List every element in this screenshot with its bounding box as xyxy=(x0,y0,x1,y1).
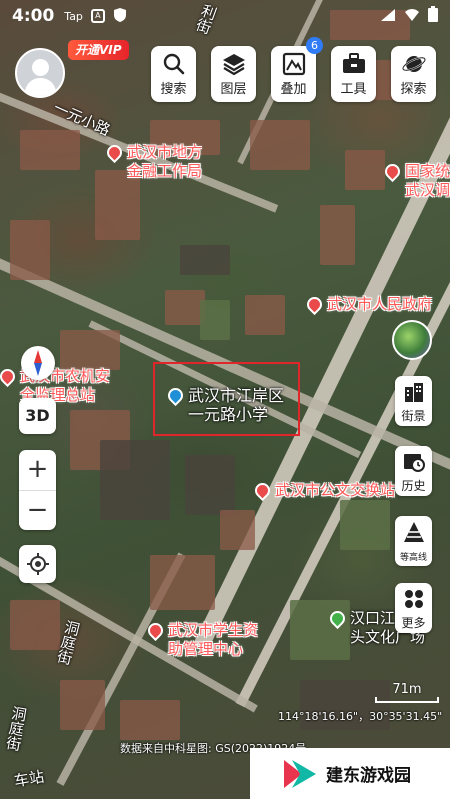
overlay-count-badge: 6 xyxy=(306,37,323,54)
contour-label: 等高线 xyxy=(399,553,427,563)
poi-pin-icon xyxy=(381,160,404,183)
poi-pin-icon xyxy=(144,619,167,642)
search-label: 搜索 xyxy=(160,82,187,97)
overlay-icon xyxy=(281,52,307,76)
explore-button[interactable]: 探索 xyxy=(391,46,436,102)
poi-government[interactable]: 武汉市人民政府 xyxy=(303,293,433,316)
more-button[interactable]: 更多 xyxy=(395,583,432,633)
vip-button[interactable]: 开通VIP xyxy=(68,40,129,60)
signal-icon xyxy=(380,7,396,26)
site-watermark: 建东游戏园 xyxy=(250,748,450,799)
poi-agri-safety[interactable]: 武汉市农机安 全监理总站 xyxy=(0,365,110,405)
poi-label: 武汉市地方 金融工作局 xyxy=(127,143,203,180)
street-view-button[interactable]: 街景 xyxy=(395,376,432,426)
scale-value: 71m xyxy=(392,682,422,697)
tools-label: 工具 xyxy=(340,82,367,97)
poi-statistics-bureau[interactable]: 国家统 武汉调 xyxy=(381,160,450,200)
search-icon xyxy=(161,52,187,76)
app-indicator-icon: A xyxy=(90,9,105,23)
tools-button[interactable]: 工具 xyxy=(331,46,376,102)
poi-finance-bureau[interactable]: 武汉市地方 金融工作局 xyxy=(103,141,203,181)
poi-pin-icon xyxy=(303,293,326,316)
zoom-control: + − xyxy=(19,450,56,530)
poi-label: 国家统 武汉调 xyxy=(405,162,450,199)
explore-label: 探索 xyxy=(400,82,427,97)
poi-pin-icon xyxy=(251,479,274,502)
poi-label: 武汉市学生资 助管理中心 xyxy=(168,621,259,658)
layers-label: 图层 xyxy=(220,82,247,97)
buildings-icon xyxy=(403,381,425,403)
history-label: 历史 xyxy=(401,479,426,493)
park-pin-icon xyxy=(326,607,349,630)
planet-icon xyxy=(401,52,427,76)
zoom-in-button[interactable]: + xyxy=(19,450,56,490)
history-icon xyxy=(403,451,425,473)
selected-poi-highlight xyxy=(153,362,300,436)
panorama-globe-button[interactable] xyxy=(392,320,432,360)
map-scale: 71m xyxy=(375,682,439,703)
poi-student-aid[interactable]: 武汉市学生资 助管理中心 xyxy=(144,619,259,659)
overlay-label: 叠加 xyxy=(280,82,307,97)
status-bar: 4:00 Tap A xyxy=(0,0,450,32)
grid-icon xyxy=(403,588,425,610)
contour-button[interactable]: 等高线 xyxy=(395,516,432,566)
wifi-icon xyxy=(404,7,420,26)
more-label: 更多 xyxy=(401,616,426,630)
scale-bar xyxy=(375,697,439,703)
compass-button[interactable] xyxy=(21,346,55,380)
history-button[interactable]: 历史 xyxy=(395,446,432,496)
shield-icon xyxy=(113,7,127,26)
search-button[interactable]: 搜索 xyxy=(151,46,196,102)
poi-pin-icon xyxy=(0,365,19,388)
clock: 4:00 xyxy=(12,6,55,26)
compass-south-icon xyxy=(34,363,42,376)
compass-north-icon xyxy=(34,350,42,363)
street-view-label: 街景 xyxy=(401,409,426,423)
layers-button[interactable]: 图层 xyxy=(211,46,256,102)
layers-icon xyxy=(221,52,247,76)
poi-label: 武汉市公文交换站 xyxy=(275,481,396,499)
contour-icon xyxy=(403,521,425,543)
poi-label: 武汉市人民政府 xyxy=(327,295,433,313)
watermark-text: 建东游戏园 xyxy=(326,766,411,786)
toolbox-icon xyxy=(341,52,367,76)
zoom-out-button[interactable]: − xyxy=(19,490,56,530)
watermark-logo-icon xyxy=(280,754,320,794)
battery-icon xyxy=(428,6,438,26)
poi-pin-icon xyxy=(103,141,126,164)
poi-exchange-station[interactable]: 武汉市公文交换站 xyxy=(251,479,396,502)
user-avatar[interactable] xyxy=(15,48,65,98)
locate-button[interactable] xyxy=(19,545,56,583)
overlay-button[interactable]: 6 叠加 xyxy=(271,37,323,102)
coordinates-readout: 114°18'16.16"，30°35'31.45" xyxy=(278,710,443,723)
3d-toggle-button[interactable]: 3D xyxy=(19,398,56,434)
tap-indicator: Tap xyxy=(64,9,83,23)
crosshair-icon xyxy=(26,552,50,580)
